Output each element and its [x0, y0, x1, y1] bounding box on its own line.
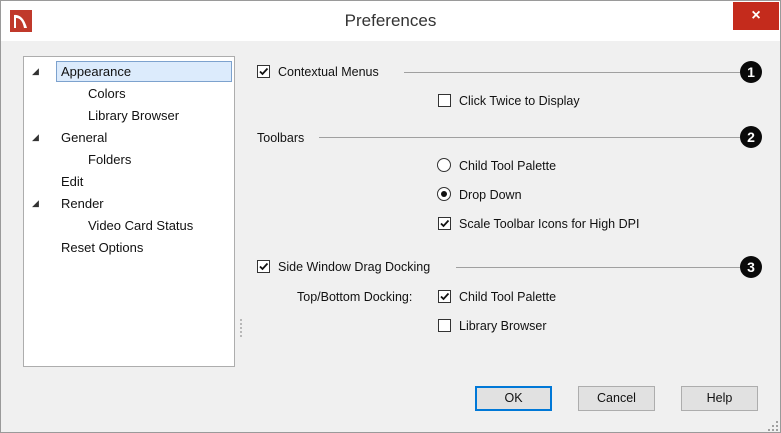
tree-item-library-browser[interactable]: Library Browser [88, 105, 179, 126]
tree-item-general[interactable]: General [61, 127, 107, 148]
scale-toolbar-icons-label: Scale Toolbar Icons for High DPI [459, 217, 640, 231]
tree-item-render[interactable]: Render [61, 193, 104, 214]
tree-item-video-card-status[interactable]: Video Card Status [88, 215, 193, 236]
preferences-tree[interactable]: ◢ Appearance Colors Library Browser ◢ Ge… [23, 56, 235, 367]
section-divider [319, 137, 740, 138]
section-divider [456, 267, 740, 268]
window-title: Preferences [344, 11, 437, 30]
checkmark-icon [259, 67, 269, 76]
contextual-menus-label: Contextual Menus [278, 65, 379, 79]
drop-down-label: Drop Down [459, 188, 522, 202]
docking-library-browser-label: Library Browser [459, 319, 547, 333]
title-bar: Preferences × [1, 1, 780, 41]
preferences-dialog: Preferences × ◢ Appearance Colors Librar… [0, 0, 781, 433]
checkmark-icon [440, 219, 450, 228]
top-bottom-docking-label: Top/Bottom Docking: [297, 290, 413, 304]
callout-badge-1: 1 [740, 61, 762, 83]
ok-button[interactable]: OK [475, 386, 552, 411]
docking-child-tool-palette-label: Child Tool Palette [459, 290, 557, 304]
cancel-button[interactable]: Cancel [578, 386, 655, 411]
expand-arrow-icon[interactable]: ◢ [32, 193, 39, 214]
expand-arrow-icon[interactable]: ◢ [32, 61, 39, 82]
docking-library-browser-checkbox[interactable] [438, 319, 451, 332]
toolbars-heading: Toolbars [257, 131, 305, 145]
panel-splitter[interactable] [240, 319, 242, 337]
side-window-docking-label: Side Window Drag Docking [278, 260, 431, 274]
contextual-menus-checkbox[interactable] [257, 65, 270, 78]
drop-down-radio[interactable] [437, 187, 451, 201]
tree-item-edit[interactable]: Edit [61, 171, 83, 192]
child-tool-palette-radio[interactable] [437, 158, 451, 172]
checkmark-icon [259, 262, 269, 271]
tree-item-colors[interactable]: Colors [88, 83, 126, 104]
click-twice-label: Click Twice to Display [459, 94, 580, 108]
resize-grip-icon[interactable] [767, 420, 779, 432]
child-tool-palette-label: Child Tool Palette [459, 159, 557, 173]
callout-badge-3: 3 [740, 256, 762, 278]
click-twice-checkbox[interactable] [438, 94, 451, 107]
side-window-docking-checkbox[interactable] [257, 260, 270, 273]
docking-child-tool-palette-checkbox[interactable] [438, 290, 451, 303]
callout-badge-2: 2 [740, 126, 762, 148]
scale-toolbar-icons-checkbox[interactable] [438, 217, 451, 230]
expand-arrow-icon[interactable]: ◢ [32, 127, 39, 148]
tree-item-reset-options[interactable]: Reset Options [61, 237, 143, 258]
help-button[interactable]: Help [681, 386, 758, 411]
close-button[interactable]: × [733, 2, 779, 30]
tree-item-appearance[interactable]: Appearance [56, 61, 232, 82]
tree-item-folders[interactable]: Folders [88, 149, 131, 170]
section-divider [404, 72, 740, 73]
checkmark-icon [440, 292, 450, 301]
